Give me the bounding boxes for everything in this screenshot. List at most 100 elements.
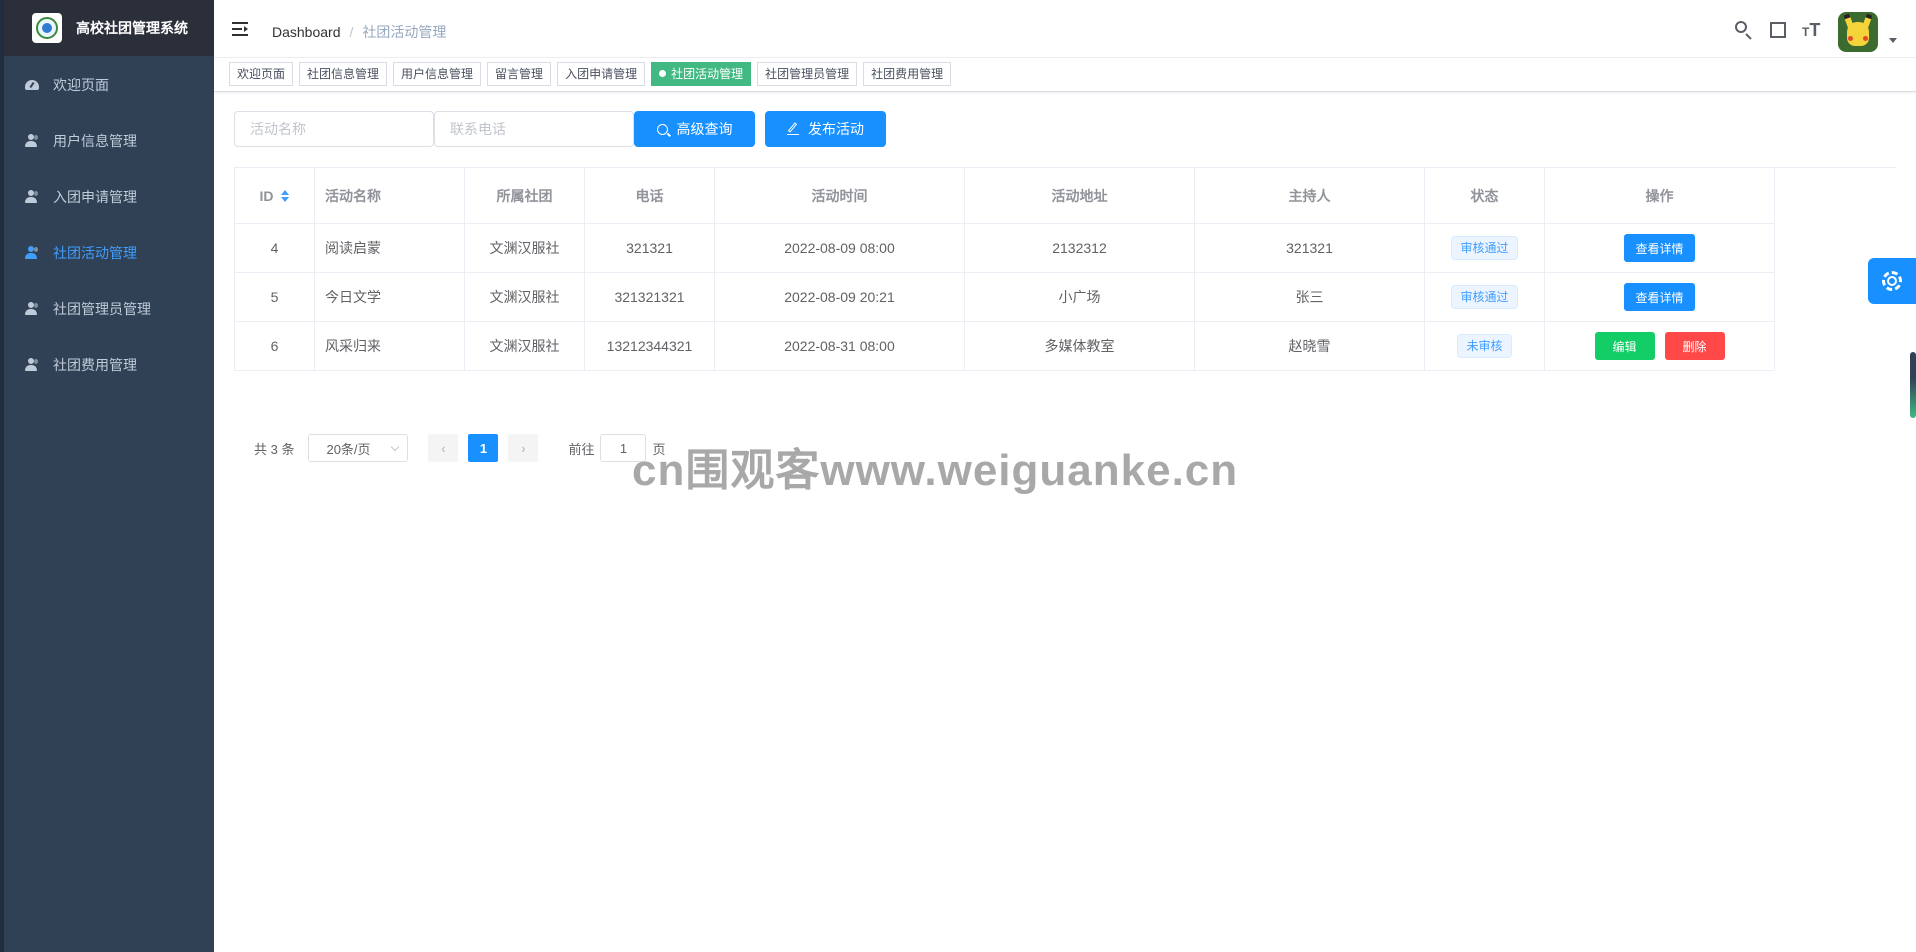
sidebar-item-users[interactable]: 用户信息管理 — [4, 113, 214, 169]
user-icon — [25, 134, 39, 148]
cell-host: 321321 — [1195, 224, 1425, 273]
column-header-label: 主持人 — [1288, 187, 1331, 204]
table-row: 6 风采归来 文渊汉服社 13212344321 2022-08-31 08:0… — [235, 322, 1896, 371]
cell-phone: 321321 — [585, 224, 715, 273]
cell-address: 小广场 — [965, 273, 1195, 322]
cell-time: 2022-08-09 08:00 — [715, 224, 965, 273]
font-size-icon[interactable]: TT — [1802, 20, 1822, 40]
cell-club: 文渊汉服社 — [465, 224, 585, 273]
sidebar-item-fees[interactable]: 社团费用管理 — [4, 337, 214, 393]
table-header: ID 活动名称 所属社团 电话 活动时间 活动地址 主持人 状态 操作 — [235, 168, 1896, 224]
cell-address: 2132312 — [965, 224, 1195, 273]
tag-welcome[interactable]: 欢迎页面 — [229, 62, 294, 86]
chevron-down-icon — [391, 442, 400, 452]
cell-phone: 321321321 — [585, 273, 715, 322]
navbar: Dashboard / 社团活动管理 TT — [214, 0, 1916, 58]
sidebar-menu: 欢迎页面 用户信息管理 入团申请管理 社团活动管理 社团管理员管理 社团费用管理 — [4, 57, 214, 393]
view-details-button[interactable]: 查看详情 — [1624, 234, 1695, 262]
sidebar-item-activities[interactable]: 社团活动管理 — [4, 225, 214, 281]
cell-name: 阅读启蒙 — [315, 224, 465, 273]
column-header-id[interactable]: ID — [235, 168, 315, 224]
sidebar-item-admins[interactable]: 社团管理员管理 — [4, 281, 214, 337]
column-header-host: 主持人 — [1195, 168, 1425, 224]
edit-button[interactable]: 编辑 — [1594, 332, 1655, 360]
prev-page-button[interactable]: ‹ — [428, 434, 459, 462]
page-number-button[interactable]: 1 — [468, 434, 499, 462]
cell-name: 风采归来 — [315, 322, 465, 371]
status-badge: 审核通过 — [1451, 285, 1518, 309]
app-title: 高校社团管理系统 — [76, 20, 188, 36]
cell-status: 未审核 — [1425, 322, 1545, 371]
goto-page-input[interactable] — [600, 434, 647, 462]
tag-club-info[interactable]: 社团信息管理 — [299, 62, 388, 86]
table-row: 4 阅读启蒙 文渊汉服社 321321 2022-08-09 08:00 213… — [235, 224, 1896, 273]
goto-label: 前往 — [568, 441, 595, 457]
delete-button[interactable]: 删除 — [1664, 332, 1725, 360]
column-header-actions: 操作 — [1545, 168, 1775, 224]
page-suffix: 页 — [652, 441, 666, 457]
sidebar-item-label: 社团费用管理 — [53, 357, 137, 373]
cell-host: 赵晓雪 — [1195, 322, 1425, 371]
tag-user-info[interactable]: 用户信息管理 — [393, 62, 482, 86]
sidebar-item-label: 入团申请管理 — [53, 189, 137, 205]
tag-activities[interactable]: 社团活动管理 — [651, 62, 752, 86]
cell-phone: 13212344321 — [585, 322, 715, 371]
table-row: 5 今日文学 文渊汉服社 321321321 2022-08-09 20:21 … — [235, 273, 1896, 322]
pagination: 共 3 条 20条/页 ‹ 1 › 前往 页 — [254, 434, 666, 462]
breadcrumb-current: 社团活动管理 — [362, 24, 447, 40]
column-header-name: 活动名称 — [315, 168, 465, 224]
scrollbar[interactable] — [1910, 352, 1916, 418]
activities-table: ID 活动名称 所属社团 电话 活动时间 活动地址 主持人 状态 操作 4 阅读… — [234, 167, 1896, 371]
caret-down-icon[interactable] — [1889, 38, 1897, 43]
user-icon — [25, 358, 39, 372]
cell-name: 今日文学 — [315, 273, 465, 322]
cell-club: 文渊汉服社 — [465, 322, 585, 371]
user-icon — [25, 246, 39, 260]
tag-applications[interactable]: 入团申请管理 — [557, 62, 646, 86]
search-icon[interactable] — [1734, 20, 1754, 40]
column-header-label: 活动时间 — [811, 187, 868, 204]
sidebar-item-label: 欢迎页面 — [53, 77, 109, 93]
phone-input[interactable] — [434, 111, 634, 147]
cell-actions: 编辑 删除 — [1545, 322, 1775, 371]
settings-button[interactable] — [1868, 258, 1916, 304]
publish-activity-label: 发布活动 — [808, 121, 864, 137]
column-header-label: ID — [259, 187, 274, 204]
sidebar-item-applications[interactable]: 入团申请管理 — [4, 169, 214, 225]
tags-view: 欢迎页面 社团信息管理 用户信息管理 留言管理 入团申请管理 社团活动管理 社团… — [214, 58, 1916, 92]
tag-messages[interactable]: 留言管理 — [487, 62, 552, 86]
column-header-address: 活动地址 — [965, 168, 1195, 224]
cell-address: 多媒体教室 — [965, 322, 1195, 371]
breadcrumb-root[interactable]: Dashboard — [272, 24, 341, 40]
watermark: cn围观客www.weiguanke.cn — [632, 446, 1239, 495]
advanced-search-button[interactable]: 高级查询 — [634, 111, 755, 147]
fullscreen-icon[interactable] — [1768, 20, 1788, 40]
sidebar-item-welcome[interactable]: 欢迎页面 — [4, 57, 214, 113]
search-icon — [656, 123, 668, 135]
status-badge: 未审核 — [1457, 334, 1512, 358]
column-header-label: 操作 — [1645, 187, 1674, 204]
page-size-select[interactable]: 20条/页 — [308, 434, 409, 462]
view-details-button[interactable]: 查看详情 — [1624, 283, 1695, 311]
cell-id: 4 — [235, 224, 315, 273]
activity-name-input[interactable] — [234, 111, 434, 147]
user-icon — [25, 302, 39, 316]
column-header-time: 活动时间 — [715, 168, 965, 224]
pagination-total: 共 3 条 — [254, 441, 295, 457]
column-header-label: 电话 — [635, 187, 664, 204]
user-icon — [25, 190, 39, 204]
avatar[interactable] — [1838, 12, 1878, 52]
sidebar-item-label: 用户信息管理 — [53, 133, 137, 149]
breadcrumb: Dashboard / 社团活动管理 — [272, 22, 446, 42]
column-header-status: 状态 — [1425, 168, 1545, 224]
sidebar-logo[interactable]: 高校社团管理系统 — [4, 0, 214, 56]
publish-activity-button[interactable]: 发布活动 — [765, 111, 886, 147]
edit-icon — [787, 122, 799, 136]
tag-admins[interactable]: 社团管理员管理 — [757, 62, 858, 86]
next-page-button[interactable]: › — [508, 434, 539, 462]
cell-time: 2022-08-31 08:00 — [715, 322, 965, 371]
column-header-label: 活动地址 — [1051, 187, 1108, 204]
sort-icon[interactable] — [280, 189, 290, 203]
tag-fees[interactable]: 社团费用管理 — [863, 62, 952, 86]
hamburger-icon[interactable] — [232, 22, 248, 36]
